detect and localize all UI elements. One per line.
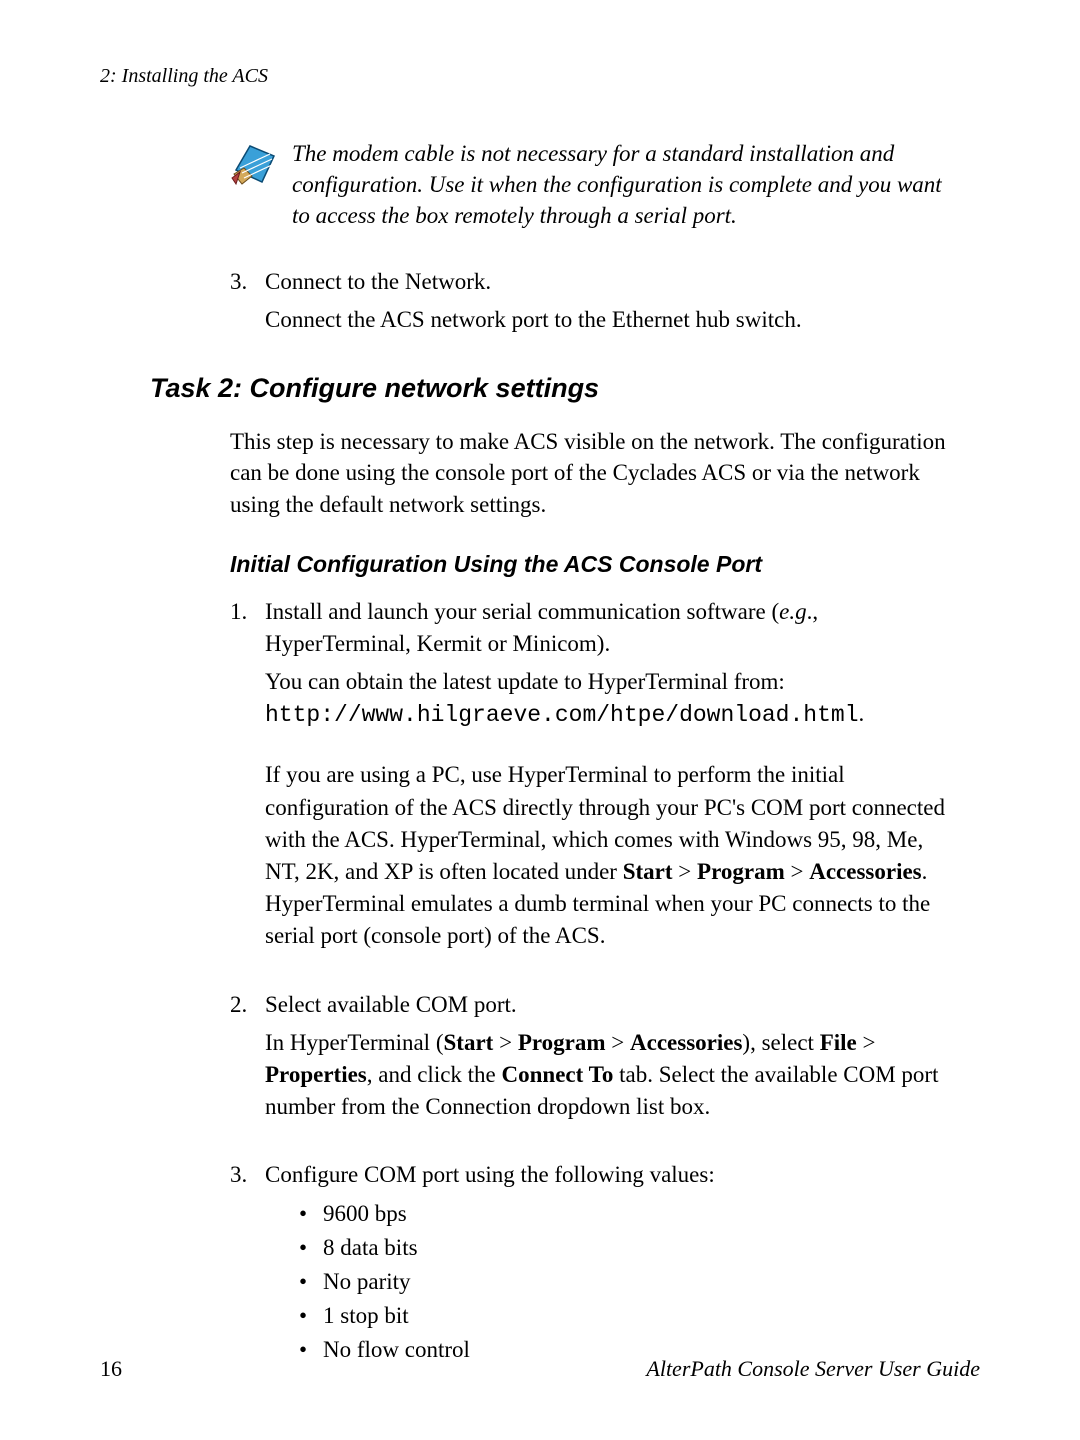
- text-line: Connect the ACS network port to the Ethe…: [265, 304, 960, 336]
- list-item: 1 stop bit: [295, 1300, 960, 1332]
- text: .: [859, 701, 865, 726]
- text: ), select: [742, 1030, 819, 1055]
- text-line: Select available COM port.: [265, 989, 960, 1021]
- list-item: No parity: [295, 1266, 960, 1298]
- task-intro: This step is necessary to make ACS visib…: [230, 426, 960, 521]
- config-step-2: 2. Select available COM port. In HyperTe…: [230, 989, 960, 1130]
- text: >: [857, 1030, 876, 1055]
- task-heading: Task 2: Configure network settings: [150, 373, 980, 404]
- list-body: Select available COM port. In HyperTermi…: [265, 989, 960, 1130]
- config-step-3: 3. Configure COM port using the followin…: [230, 1159, 960, 1368]
- text: >: [785, 859, 809, 884]
- text-bold: Accessories: [630, 1030, 742, 1055]
- text-italic: e.g: [779, 599, 806, 624]
- text: Install and launch your serial communica…: [265, 599, 779, 624]
- list-marker: 3.: [230, 1159, 265, 1368]
- text-bold: Start: [623, 859, 673, 884]
- note-block: The modem cable is not necessary for a s…: [230, 138, 960, 231]
- text-bold: Connect To: [502, 1062, 614, 1087]
- footer-title: AlterPath Console Server User Guide: [646, 1356, 980, 1382]
- text: In HyperTerminal (: [265, 1030, 444, 1055]
- list-body: Configure COM port using the following v…: [265, 1159, 960, 1368]
- subheading: Initial Configuration Using the ACS Cons…: [230, 551, 980, 578]
- text: >: [606, 1030, 630, 1055]
- text-bold: Start: [444, 1030, 494, 1055]
- text-bold: Properties: [265, 1062, 367, 1087]
- text-bold: Program: [697, 859, 785, 884]
- text-line: Install and launch your serial communica…: [265, 596, 960, 660]
- list-marker: 2.: [230, 989, 265, 1130]
- text: , and click the: [367, 1062, 502, 1087]
- list-item: 9600 bps: [295, 1198, 960, 1230]
- note-text: The modem cable is not necessary for a s…: [292, 138, 960, 231]
- list-item: 8 data bits: [295, 1232, 960, 1264]
- list-marker: 1.: [230, 596, 265, 959]
- text: >: [673, 859, 697, 884]
- text-line: Configure COM port using the following v…: [265, 1159, 960, 1191]
- bullet-list: 9600 bps 8 data bits No parity 1 stop bi…: [295, 1198, 960, 1367]
- text-line: Connect to the Network.: [265, 266, 960, 298]
- list-body: Install and launch your serial communica…: [265, 596, 960, 959]
- page-footer: 16 AlterPath Console Server User Guide: [100, 1356, 980, 1382]
- running-header: 2: Installing the ACS: [100, 65, 980, 88]
- text-line: You can obtain the latest update to Hype…: [265, 666, 960, 731]
- list-body: Connect to the Network. Connect the ACS …: [265, 266, 960, 342]
- text-bold: Accessories: [809, 859, 921, 884]
- list-marker: 3.: [230, 266, 265, 342]
- step-3-network: 3. Connect to the Network. Connect the A…: [230, 266, 960, 342]
- text: You can obtain the latest update to Hype…: [265, 669, 785, 694]
- text-bold: Program: [518, 1030, 606, 1055]
- url-text: http://www.hilgraeve.com/htpe/download.h…: [265, 702, 859, 728]
- config-step-1: 1. Install and launch your serial commun…: [230, 596, 960, 959]
- page-number: 16: [100, 1356, 122, 1382]
- text: >: [493, 1030, 517, 1055]
- text-line: If you are using a PC, use HyperTerminal…: [265, 759, 960, 952]
- page: 2: Installing the ACS The modem cable is…: [0, 0, 1080, 1440]
- text-bold: File: [820, 1030, 857, 1055]
- note-icon: [230, 140, 280, 190]
- text-line: In HyperTerminal (Start > Program > Acce…: [265, 1027, 960, 1124]
